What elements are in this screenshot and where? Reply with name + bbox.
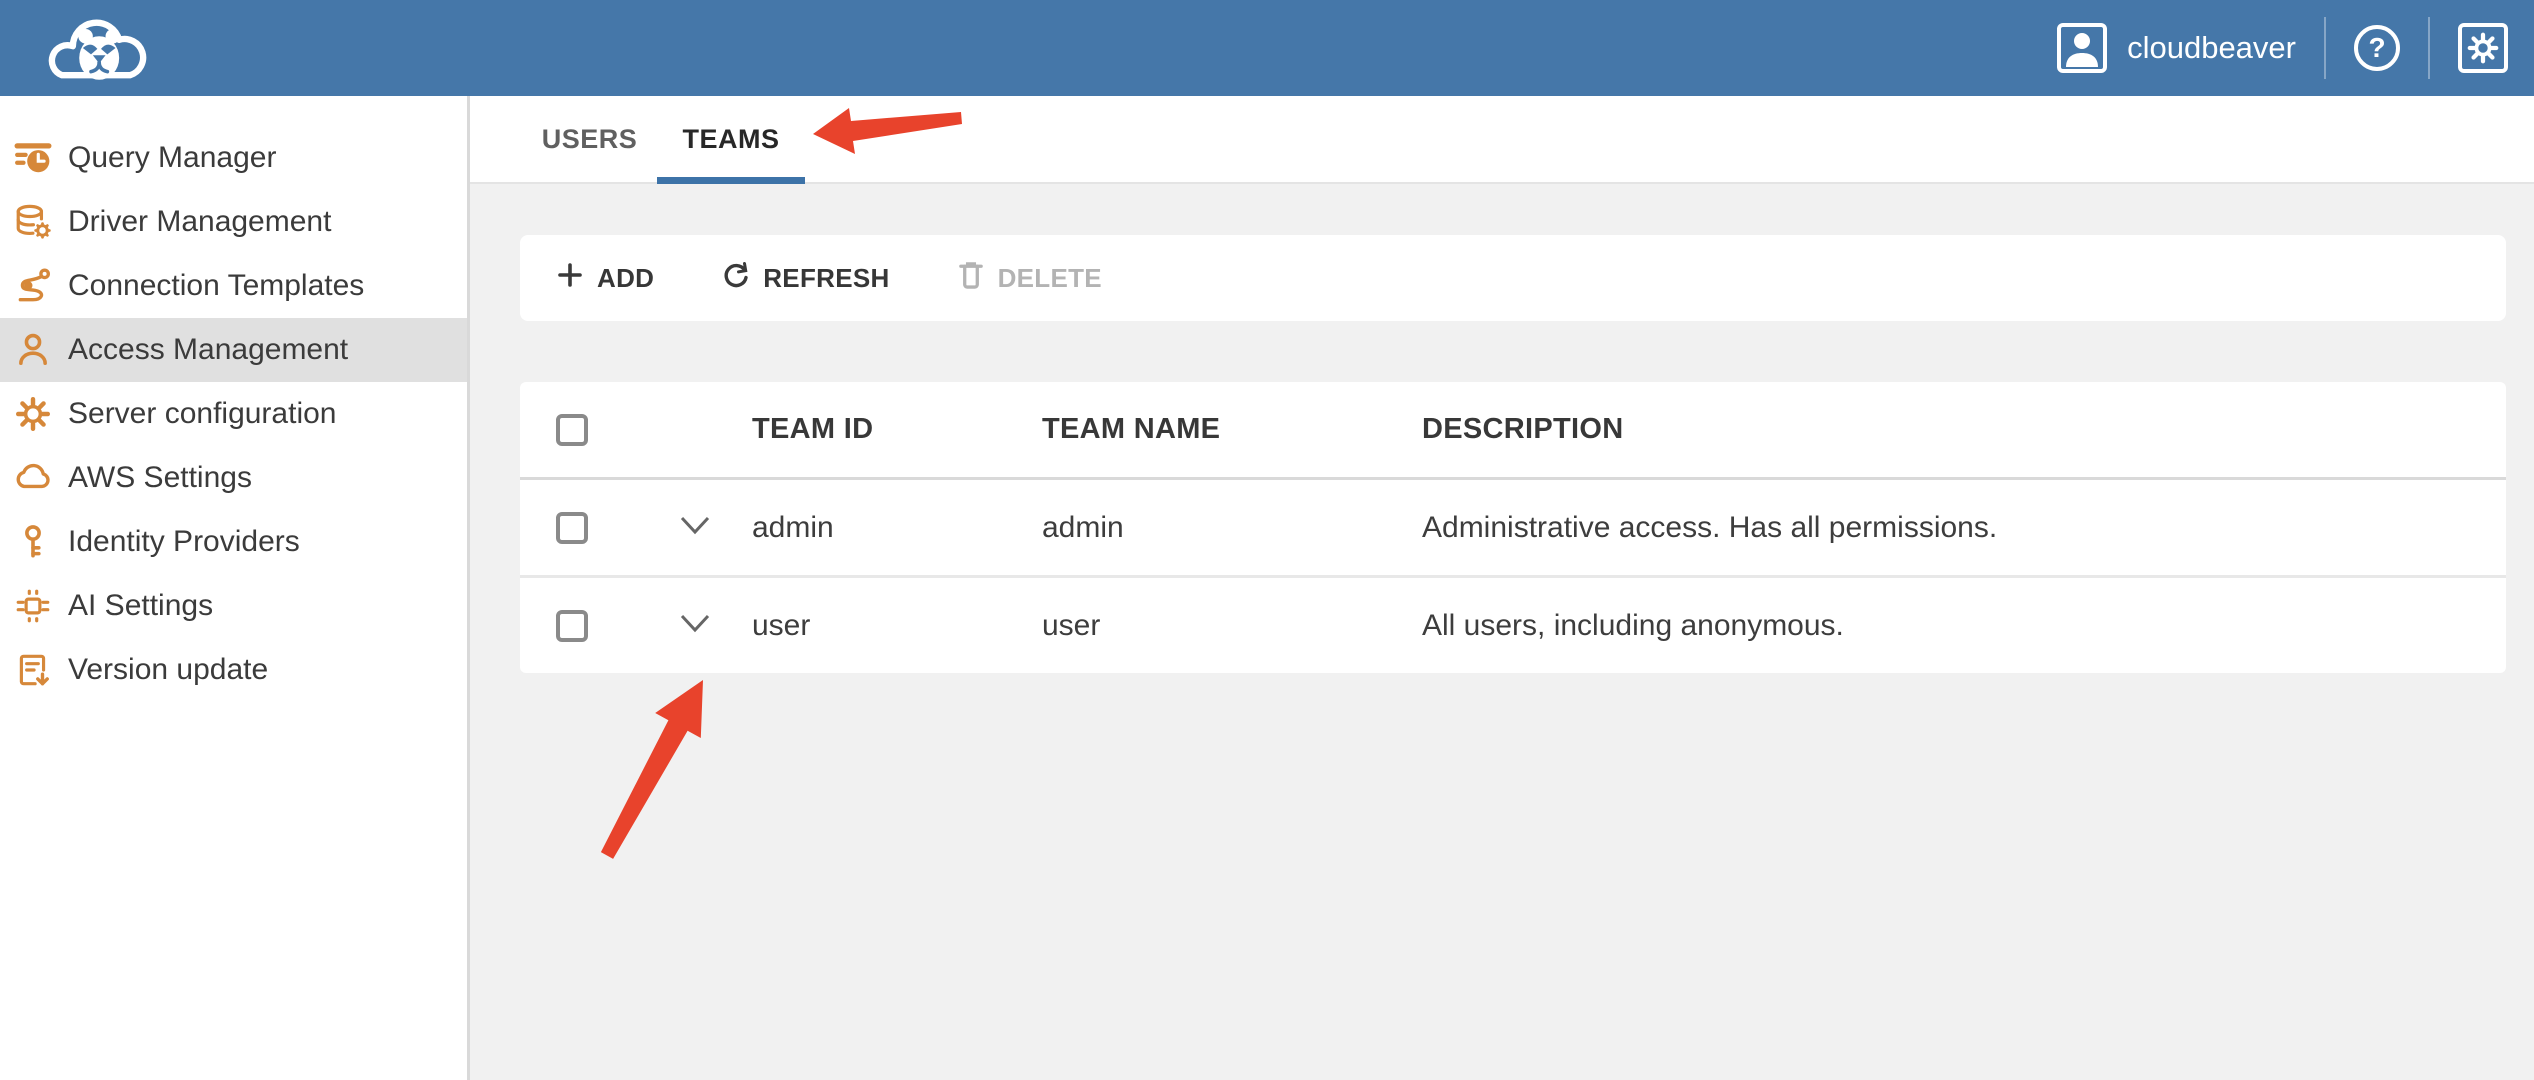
sidebar-item-driver-management[interactable]: Driver Management <box>0 190 467 254</box>
settings-gear-icon[interactable] <box>2458 23 2508 73</box>
delete-button-label: DELETE <box>998 263 1102 294</box>
admin-sidebar: Query Manager <box>0 96 470 1080</box>
cell-description: All users, including anonymous. <box>1422 609 2506 643</box>
cell-team-name: user <box>1042 609 1422 643</box>
version-update-icon <box>14 651 52 689</box>
tab-teams[interactable]: TEAMS <box>657 96 805 182</box>
sidebar-item-label: AWS Settings <box>68 461 252 495</box>
refresh-button[interactable]: REFRESH <box>722 261 889 295</box>
select-all-checkbox[interactable] <box>556 414 588 446</box>
row-checkbox[interactable] <box>556 512 588 544</box>
access-management-content: USERS TEAMS ADD <box>470 96 2534 1080</box>
main-layout: Query Manager <box>0 96 2534 1080</box>
access-management-icon <box>14 331 52 369</box>
sidebar-item-label: Driver Management <box>68 205 331 239</box>
access-management-tabs: USERS TEAMS <box>470 96 2534 184</box>
teams-table: TEAM ID TEAM NAME DESCRIPTION <box>520 382 2506 673</box>
sidebar-item-query-manager[interactable]: Query Manager <box>0 126 467 190</box>
table-row-user[interactable]: user user All users, including anonymous… <box>520 578 2506 673</box>
header-checkbox-cell <box>520 414 638 446</box>
chevron-down-icon[interactable] <box>679 613 711 638</box>
chevron-down-icon[interactable] <box>679 515 711 540</box>
header-divider <box>2324 17 2326 79</box>
table-row-admin[interactable]: admin admin Administrative access. Has a… <box>520 480 2506 578</box>
sidebar-item-access-management[interactable]: Access Management <box>0 318 467 382</box>
cloudbeaver-logo-icon <box>42 6 160 90</box>
user-avatar-icon[interactable] <box>2057 23 2107 73</box>
teams-toolbar: ADD REFRESH <box>520 235 2506 321</box>
column-header-description: DESCRIPTION <box>1422 413 2506 446</box>
tab-users[interactable]: USERS <box>522 96 657 182</box>
sidebar-item-aws-settings[interactable]: AWS Settings <box>0 446 467 510</box>
refresh-icon <box>722 261 749 295</box>
query-manager-icon <box>14 139 52 177</box>
row-checkbox-cell <box>520 610 638 642</box>
driver-management-icon <box>14 203 52 241</box>
sidebar-item-label: Server configuration <box>68 397 336 431</box>
cell-description: Administrative access. Has all permissio… <box>1422 511 2506 545</box>
cloudbeaver-admin-page: cloudbeaver ? <box>0 0 2534 1080</box>
row-checkbox[interactable] <box>556 610 588 642</box>
sidebar-item-ai-settings[interactable]: AI Settings <box>0 574 467 638</box>
sidebar-item-identity-providers[interactable]: Identity Providers <box>0 510 467 574</box>
header-divider <box>2428 17 2430 79</box>
sidebar-item-label: Version update <box>68 653 268 687</box>
header-controls: cloudbeaver ? <box>2057 17 2534 79</box>
header-username: cloudbeaver <box>2127 30 2296 66</box>
aws-settings-icon <box>14 459 52 497</box>
row-expander-cell <box>638 515 752 540</box>
server-configuration-icon <box>14 395 52 433</box>
column-header-team-name: TEAM NAME <box>1042 413 1422 446</box>
help-icon[interactable]: ? <box>2354 25 2400 71</box>
row-checkbox-cell <box>520 512 638 544</box>
row-expander-cell <box>638 613 752 638</box>
cell-team-id: user <box>752 609 1042 643</box>
sidebar-item-label: Connection Templates <box>68 269 364 303</box>
sidebar-item-label: Query Manager <box>68 141 276 175</box>
connection-templates-icon <box>14 267 52 305</box>
sidebar-item-version-update[interactable]: Version update <box>0 638 467 702</box>
refresh-button-label: REFRESH <box>763 263 889 294</box>
cell-team-name: admin <box>1042 511 1422 545</box>
annotation-arrow-team-rows <box>599 674 709 874</box>
add-button[interactable]: ADD <box>557 262 654 295</box>
sidebar-item-label: AI Settings <box>68 589 213 623</box>
sidebar-item-server-configuration[interactable]: Server configuration <box>0 382 467 446</box>
delete-button[interactable]: DELETE <box>958 260 1102 296</box>
cell-team-id: admin <box>752 511 1042 545</box>
sidebar-item-connection-templates[interactable]: Connection Templates <box>0 254 467 318</box>
plus-icon <box>557 262 583 295</box>
identity-providers-icon <box>14 523 52 561</box>
sidebar-item-label: Access Management <box>68 333 348 367</box>
column-header-team-id: TEAM ID <box>752 413 1042 446</box>
app-header: cloudbeaver ? <box>0 0 2534 96</box>
add-button-label: ADD <box>597 263 654 294</box>
trash-icon <box>958 260 984 296</box>
ai-settings-icon <box>14 587 52 625</box>
teams-table-header-row: TEAM ID TEAM NAME DESCRIPTION <box>520 382 2506 480</box>
sidebar-item-label: Identity Providers <box>68 525 300 559</box>
